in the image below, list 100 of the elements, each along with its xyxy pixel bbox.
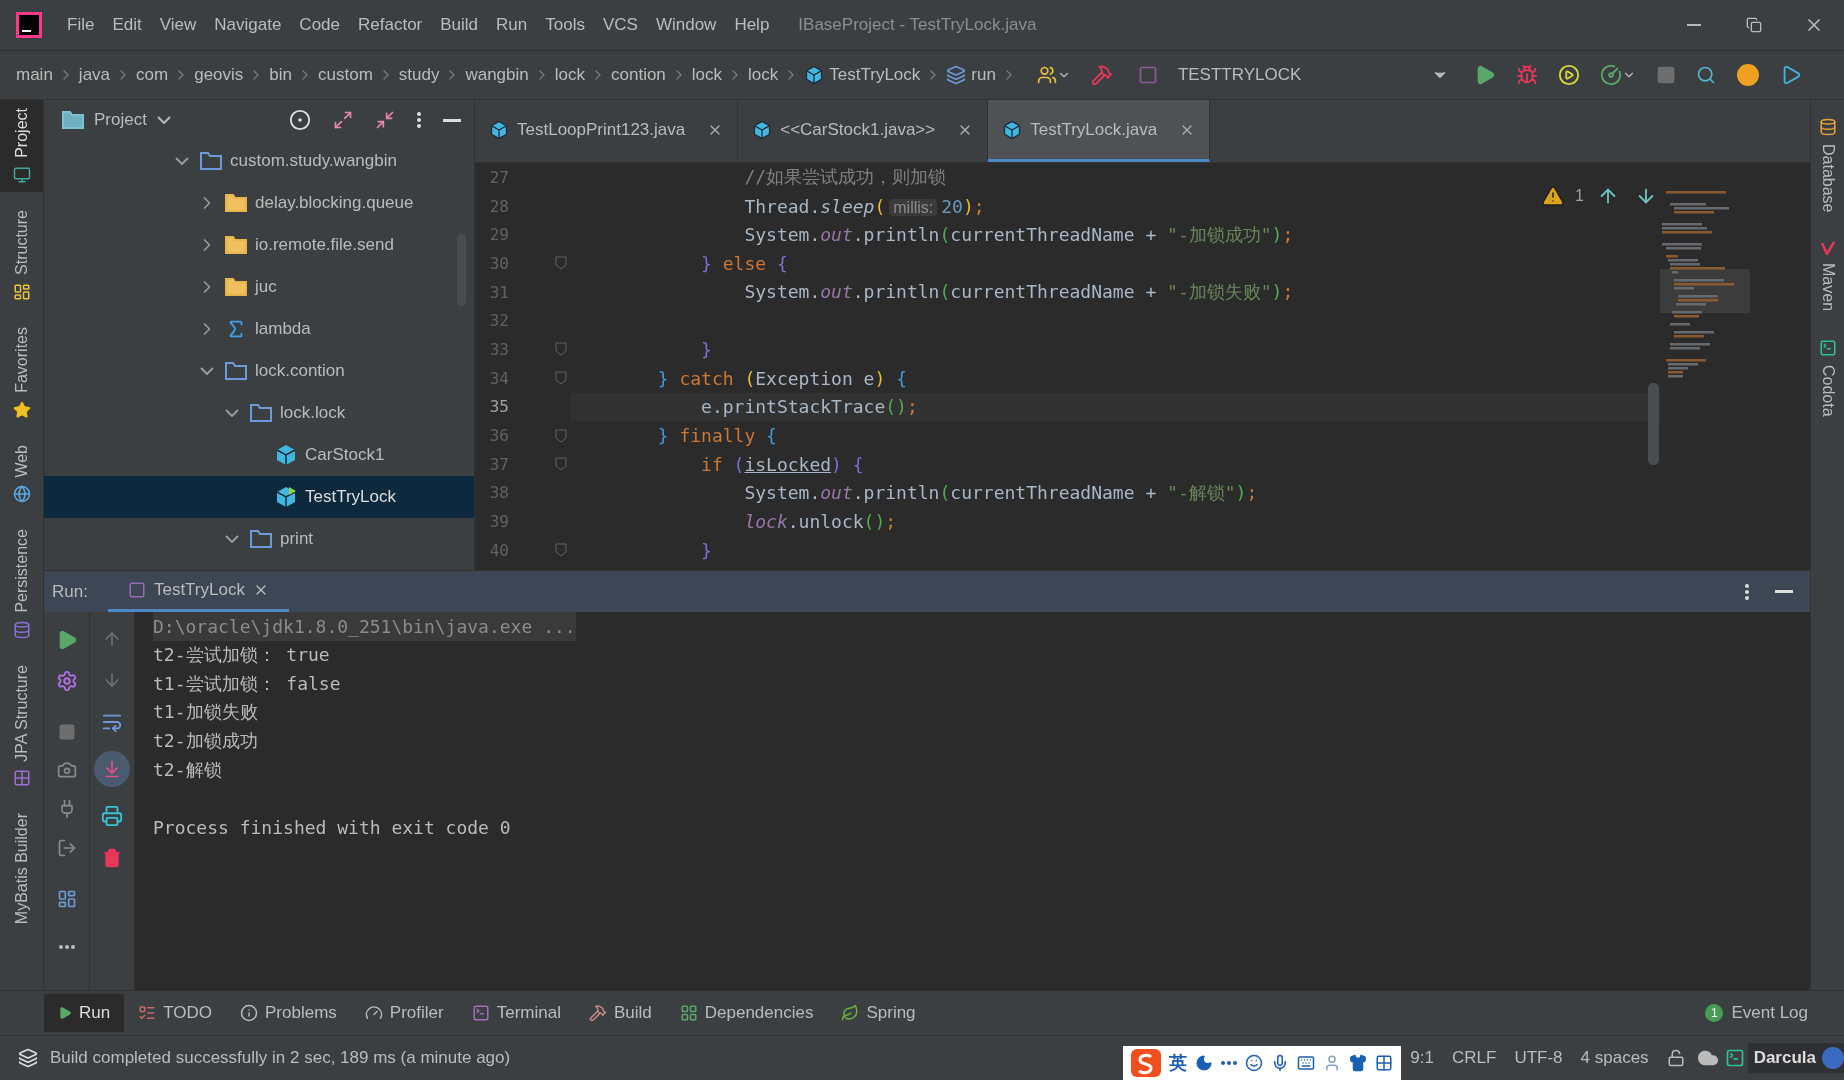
- input-mode-toggle[interactable]: 英: [1169, 1051, 1188, 1075]
- class-icon: [489, 119, 509, 140]
- project-view-dropdown[interactable]: Project: [62, 110, 171, 130]
- breadcrumb[interactable]: custom: [316, 65, 375, 85]
- tree-item[interactable]: CarStock1: [44, 434, 474, 476]
- fold-marker-icon[interactable]: [555, 457, 567, 472]
- tree-item[interactable]: custom.study.wangbin: [44, 140, 474, 182]
- breadcrumb[interactable]: lock: [552, 65, 587, 85]
- tree-item[interactable]: io.remote.file.send: [44, 224, 474, 266]
- window-title: IBaseProject - TestTryLock.java: [798, 15, 1037, 35]
- file-encoding[interactable]: UTF-8: [1505, 1048, 1572, 1068]
- tool-window-button[interactable]: Profiler: [350, 994, 458, 1032]
- tool-window-button[interactable]: TODO: [124, 994, 226, 1032]
- tool-window-tab[interactable]: Structure: [0, 201, 43, 309]
- tree-item[interactable]: lambda: [44, 308, 474, 350]
- tool-window-tab[interactable]: JPA Structure: [0, 656, 43, 796]
- caret-position[interactable]: 9:1: [1401, 1048, 1443, 1068]
- breadcrumb[interactable]: run: [944, 65, 998, 85]
- tool-window-tab[interactable]: Web: [0, 436, 43, 512]
- line-number: 27: [488, 167, 509, 187]
- menu-item[interactable]: Edit: [103, 11, 151, 39]
- editor-tab[interactable]: TestTryLock.java: [988, 100, 1211, 162]
- code-line: }: [700, 539, 712, 561]
- tool-window-button[interactable]: Run: [44, 994, 125, 1032]
- breadcrumb[interactable]: com: [134, 65, 171, 85]
- folder-icon: [225, 194, 247, 212]
- breadcrumb[interactable]: study: [396, 65, 442, 85]
- tree-item[interactable]: delay.blocking.queue: [44, 182, 474, 224]
- menu-item[interactable]: Window: [646, 11, 726, 39]
- tree-item[interactable]: lock.lock: [44, 392, 474, 434]
- event-log-button[interactable]: 1 Event Log: [1699, 1002, 1814, 1024]
- breadcrumb[interactable]: wangbin: [463, 65, 531, 85]
- fold-marker-icon[interactable]: [555, 428, 567, 443]
- folder-icon: [62, 111, 84, 129]
- line-number: 29: [488, 225, 509, 245]
- breadcrumb[interactable]: java: [76, 65, 113, 85]
- input-method-logo: [1131, 1049, 1162, 1077]
- warning-count: 1: [1575, 187, 1584, 205]
- fold-marker-icon[interactable]: [555, 543, 567, 558]
- fold-marker-icon[interactable]: [555, 371, 567, 386]
- tool-window-tab[interactable]: Database: [1811, 110, 1844, 221]
- maven-icon: [1820, 240, 1835, 255]
- theme-switcher[interactable]: Darcula: [1747, 1043, 1844, 1073]
- tool-window-tab[interactable]: Maven: [1811, 232, 1844, 319]
- fold-marker-icon[interactable]: [555, 256, 567, 271]
- editor-tab[interactable]: TestLoopPrint123.java: [475, 100, 739, 162]
- tree-item[interactable]: juc: [44, 266, 474, 308]
- tool-window-tab[interactable]: Persistence: [0, 521, 43, 647]
- breadcrumb[interactable]: contion: [609, 65, 668, 85]
- scroll-to-end-button[interactable]: [94, 751, 130, 787]
- smile-icon: [1245, 1054, 1264, 1072]
- menu-item[interactable]: Tools: [536, 11, 594, 39]
- console-line: t1-尝试加锁： false: [153, 671, 341, 696]
- method-icon: [946, 65, 967, 85]
- breadcrumb[interactable]: main: [14, 65, 55, 85]
- line-number: 40: [488, 540, 509, 560]
- scrollbar[interactable]: [1648, 383, 1659, 465]
- breadcrumb[interactable]: geovis: [192, 65, 246, 85]
- code-line: } else {: [700, 252, 788, 274]
- tree-item[interactable]: TestTryLock: [44, 476, 474, 518]
- menu-item[interactable]: Run: [487, 11, 537, 39]
- menu-item[interactable]: Code: [290, 11, 349, 39]
- tool-window-tab[interactable]: MyBatis Builder: [0, 805, 43, 933]
- tool-window-tab[interactable]: Codota: [1811, 330, 1844, 425]
- tool-window-tab[interactable]: Favorites: [0, 318, 43, 427]
- menu-item[interactable]: Refactor: [349, 11, 432, 39]
- breadcrumb[interactable]: lock: [746, 65, 781, 85]
- breadcrumb[interactable]: bin: [267, 65, 294, 85]
- code-line: lock.unlock();: [743, 511, 897, 533]
- options-button[interactable]: [414, 109, 424, 131]
- menu-item[interactable]: File: [58, 11, 104, 39]
- line-number: 31: [488, 282, 509, 302]
- menu-item[interactable]: VCS: [593, 11, 647, 39]
- tool-window-button[interactable]: Spring: [827, 994, 930, 1032]
- tool-window-tab[interactable]: Project: [0, 100, 43, 192]
- tool-window-button[interactable]: Build: [574, 994, 666, 1032]
- line-number: 30: [488, 253, 509, 273]
- line-separator[interactable]: CRLF: [1443, 1048, 1506, 1068]
- indent-setting[interactable]: 4 spaces: [1571, 1048, 1658, 1068]
- line-number: 28: [488, 196, 509, 216]
- console-command: D:\oracle\jdk1.8.0_251\bin\java.exe ...: [153, 612, 576, 641]
- code-line: System.out.println(currentThreadName + "-解锁");: [743, 480, 1258, 505]
- menu-item[interactable]: View: [150, 11, 206, 39]
- runnable-class-icon: [275, 486, 297, 508]
- tree-item[interactable]: lock.contion: [44, 350, 474, 392]
- fold-marker-icon[interactable]: [555, 342, 567, 357]
- run-configuration-dropdown[interactable]: TESTTRYLOCK: [1129, 65, 1458, 85]
- breadcrumb[interactable]: lock: [689, 65, 725, 85]
- hide-button[interactable]: [1772, 587, 1796, 596]
- menu-item[interactable]: Navigate: [205, 11, 291, 39]
- trash-icon: [102, 848, 122, 868]
- tree-item[interactable]: print: [44, 518, 474, 560]
- tool-window-button[interactable]: Dependencies: [665, 994, 828, 1032]
- breadcrumb[interactable]: TestTryLock: [802, 65, 923, 85]
- menu-item[interactable]: Help: [725, 11, 779, 39]
- todo-icon: [138, 1004, 157, 1022]
- tool-window-button[interactable]: Terminal: [457, 994, 575, 1032]
- menu-item[interactable]: Build: [431, 11, 488, 39]
- tool-window-button[interactable]: Problems: [226, 994, 351, 1032]
- codota-icon: [1724, 1048, 1745, 1068]
